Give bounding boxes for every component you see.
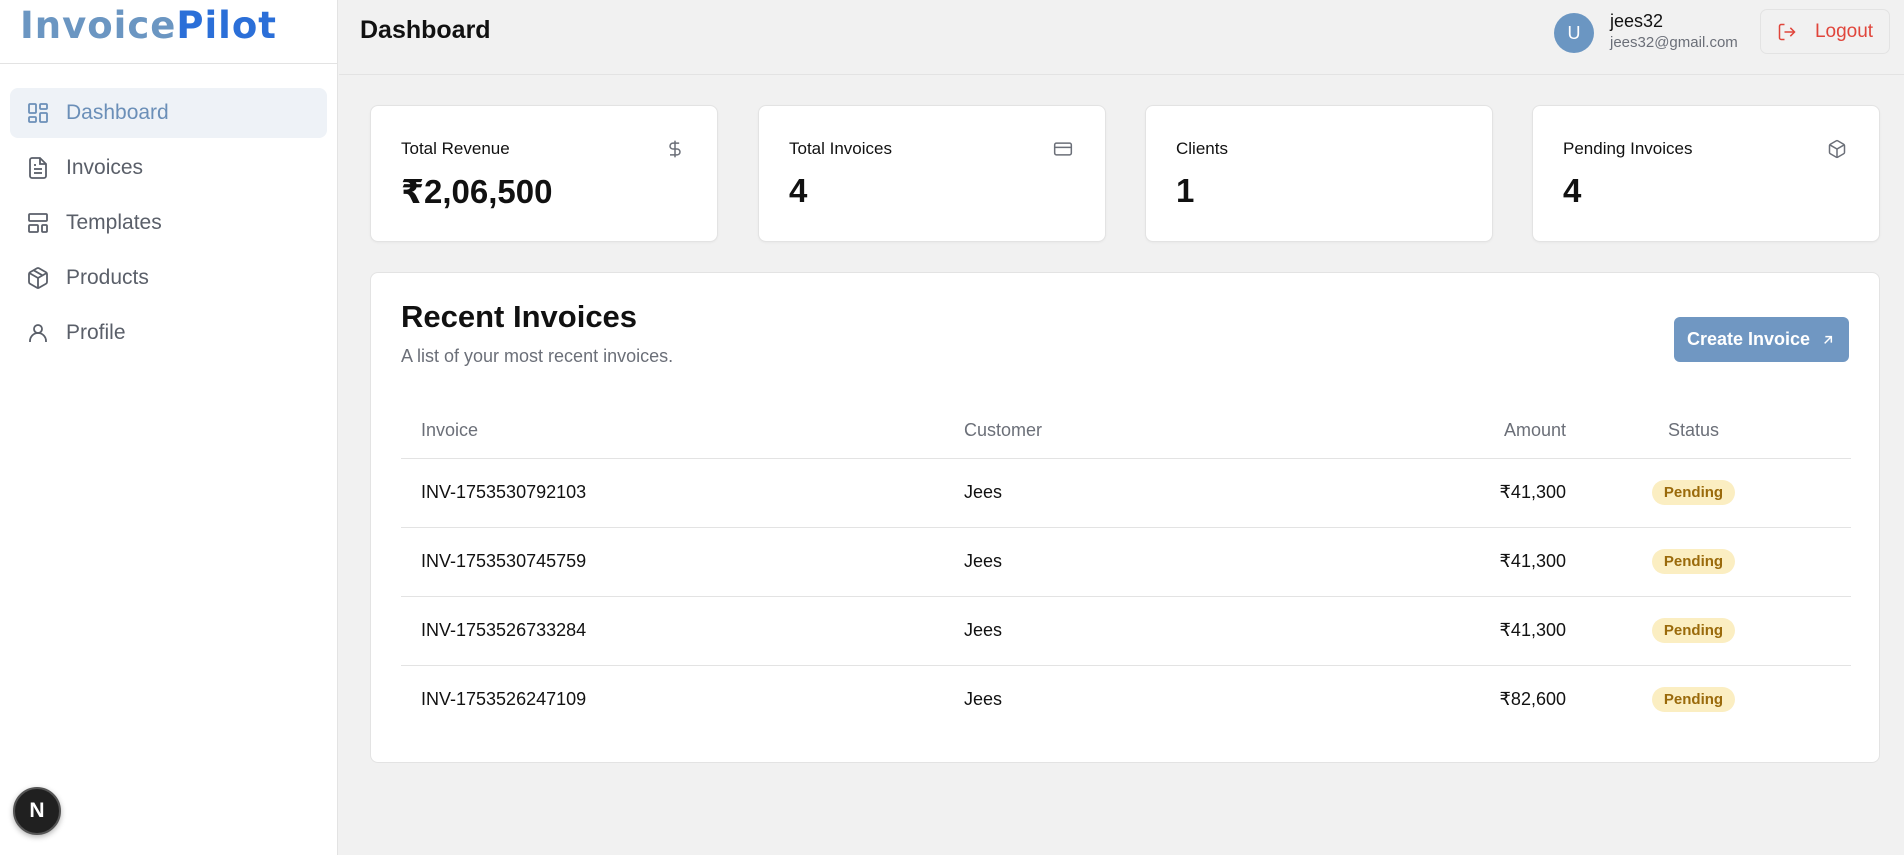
sidebar-item-label: Profile [66, 321, 126, 344]
sidebar-item-dashboard[interactable]: Dashboard [10, 88, 327, 138]
user-name: jees32 [1610, 11, 1664, 31]
sidebar-item-label: Dashboard [66, 101, 169, 124]
invoice-number: INV-1753530792103 [401, 458, 964, 528]
arrow-up-right-icon [1824, 335, 1833, 344]
stat-card-total-revenue: Total Revenue ₹2,06,500 [370, 105, 718, 242]
invoices-table: Invoice Customer Amount Status INV-17535… [401, 403, 1851, 734]
package-icon [26, 266, 50, 290]
sidebar-nav: Dashboard Invoices Templates Products Pr… [0, 64, 337, 358]
logout-label: Logout [1814, 20, 1874, 42]
column-header-amount[interactable]: Amount [1436, 403, 1566, 459]
invoice-number: INV-1753526247109 [421, 689, 587, 710]
status-badge: Pending [1651, 549, 1736, 574]
sidebar-item-label: Products [66, 266, 149, 289]
dashboard-icon [26, 101, 50, 125]
table-row[interactable]: INV-1753526733284 Jees ₹41,300 Pending [401, 596, 1851, 666]
logout-icon [1778, 23, 1796, 40]
customer-name: Jees [964, 527, 1436, 597]
sidebar-item-invoices[interactable]: Invoices [10, 143, 327, 193]
invoice-amount: ₹41,300 [1436, 458, 1566, 528]
credit-card-icon [1053, 139, 1073, 159]
invoice-number: INV-1753526733284 [401, 596, 964, 666]
invoice-amount: ₹82,600 [1499, 689, 1566, 710]
column-header-status[interactable]: Status [1566, 403, 1851, 459]
stat-label: Total Invoices [789, 139, 892, 158]
column-header-customer[interactable]: Customer [964, 403, 1436, 459]
table-header-row: Invoice Customer Amount Status [401, 403, 1851, 459]
user-icon [26, 321, 50, 345]
column-header-invoice[interactable]: Invoice [401, 403, 964, 459]
panel-subtitle: A list of your most recent invoices. [401, 346, 674, 366]
sidebar-item-templates[interactable]: Templates [10, 198, 327, 248]
invoice-number: INV-1753530745759 [401, 527, 964, 597]
recent-invoices-panel: Recent Invoices A list of your most rece… [370, 272, 1880, 763]
package-icon [1827, 139, 1847, 159]
table-row[interactable]: INV-1753526247109 Jees ₹82,600 Pending [401, 665, 1851, 734]
status-badge: Pending [1651, 480, 1736, 505]
brand-part2: Pilot [176, 4, 277, 47]
stat-label: Clients [1176, 139, 1228, 158]
stat-value: 4 [1563, 172, 1582, 209]
sidebar-item-label: Templates [66, 211, 162, 234]
top-bar: Dashboard U jees32 jees32@gmail.com Logo… [339, 0, 1904, 75]
sidebar-item-profile[interactable]: Profile [10, 308, 327, 358]
create-invoice-button[interactable]: Create Invoice [1674, 317, 1849, 362]
customer-name: Jees [964, 458, 1436, 528]
layout-template-icon [26, 211, 50, 235]
stat-card-pending-invoices: Pending Invoices 4 [1532, 105, 1880, 242]
table-row[interactable]: INV-1753530792103 Jees ₹41,300 Pending [401, 458, 1851, 528]
user-email: jees32@gmail.com [1610, 34, 1738, 51]
stat-value: 4 [789, 172, 808, 209]
page-title: Dashboard [360, 16, 491, 44]
stat-label: Total Revenue [401, 139, 510, 158]
brand-logo[interactable]: InvoicePilot [0, 0, 337, 64]
customer-name: Jees [964, 596, 1436, 666]
avatar[interactable]: U [1554, 13, 1594, 53]
brand-part1: Invoice [20, 4, 177, 47]
invoice-amount: ₹41,300 [1436, 527, 1566, 597]
stat-card-clients: Clients 1 [1145, 105, 1493, 242]
stat-label: Pending Invoices [1563, 139, 1693, 158]
invoice-amount: ₹41,300 [1436, 596, 1566, 666]
stat-card-total-invoices: Total Invoices 4 [758, 105, 1106, 242]
sidebar: InvoicePilot Dashboard Invoices Template… [0, 0, 338, 855]
sidebar-item-products[interactable]: Products [10, 253, 327, 303]
create-invoice-label: Create Invoice [1686, 329, 1811, 349]
status-badge: Pending [1651, 687, 1736, 713]
file-text-icon [26, 156, 50, 180]
customer-name: Jees [964, 689, 1003, 710]
dev-tools-badge[interactable]: N [13, 787, 61, 835]
status-badge: Pending [1651, 618, 1736, 643]
sidebar-item-label: Invoices [66, 156, 144, 179]
logout-button[interactable]: Logout [1760, 9, 1890, 54]
stat-value: ₹2,06,500 [401, 173, 553, 210]
panel-title: Recent Invoices [401, 299, 638, 334]
dollar-icon [665, 139, 685, 159]
table-row[interactable]: INV-1753530745759 Jees ₹41,300 Pending [401, 527, 1851, 597]
stat-value: 1 [1176, 172, 1195, 209]
